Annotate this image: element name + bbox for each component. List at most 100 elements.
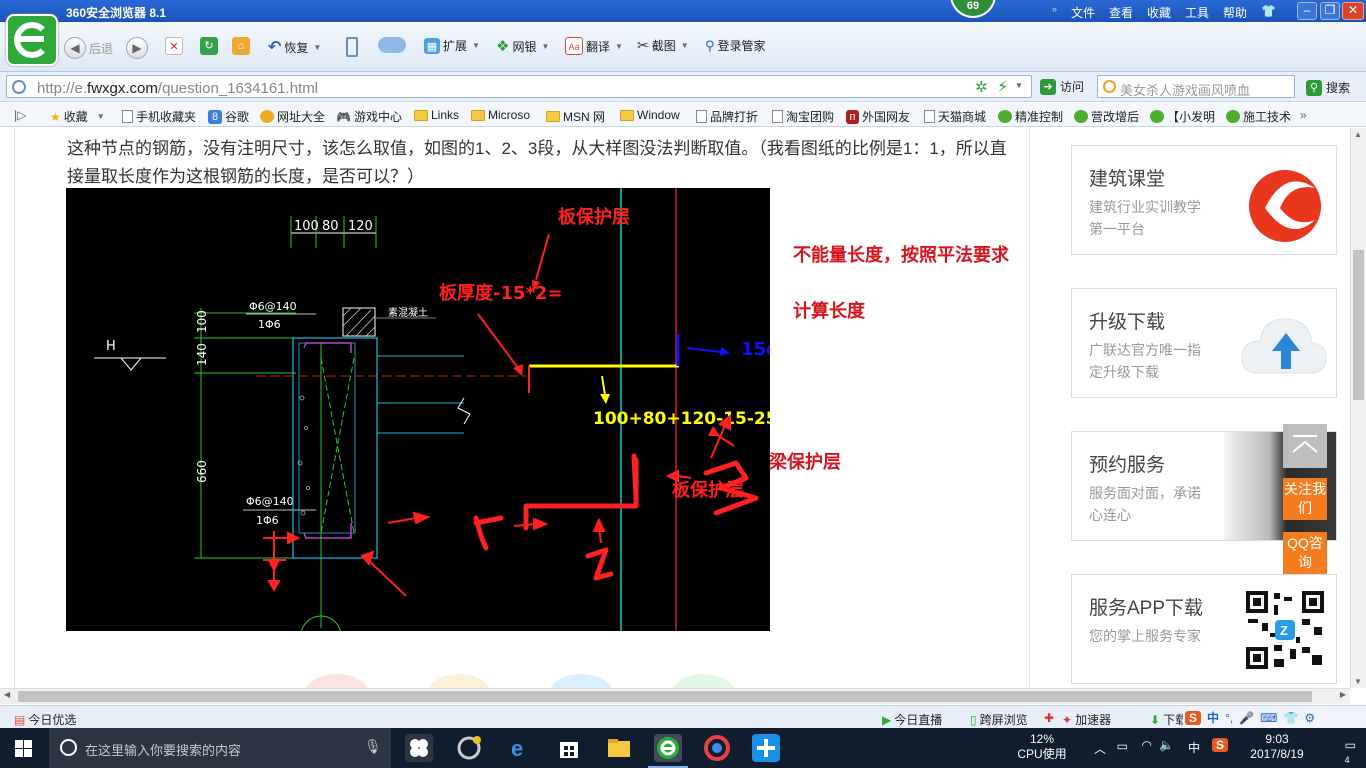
menu-favorites[interactable]: 收藏 xyxy=(1147,4,1171,21)
login-manager-button[interactable]: ⚲ 登录管家 xyxy=(705,37,766,54)
cross-screen-button[interactable]: ▯ 跨屏浏览 xyxy=(970,711,1028,728)
circle-icon-4[interactable] xyxy=(671,674,735,688)
horizontal-scrollbar[interactable]: ◀ ▶ xyxy=(0,688,1350,704)
go-button[interactable]: ➜ 访问 xyxy=(1040,78,1084,95)
vertical-scroll-thumb[interactable] xyxy=(1353,250,1364,400)
translate-button[interactable]: Aa 翻译 ▼ xyxy=(565,37,623,55)
speed-mode-icon[interactable]: ⚡ xyxy=(997,77,1008,97)
file-explorer-icon[interactable] xyxy=(605,734,633,762)
notification-center[interactable]: ▭ 4 xyxy=(1345,738,1356,766)
horizontal-scroll-thumb[interactable] xyxy=(18,691,1312,702)
fav-item-vat[interactable]: 营改增后 xyxy=(1074,108,1139,125)
volume-icon[interactable]: 🔈 xyxy=(1159,738,1174,752)
home-button[interactable]: ⌂ xyxy=(232,37,250,55)
fav-item-brand[interactable]: 品牌打折 xyxy=(696,108,758,125)
close-button[interactable]: ✕ xyxy=(1342,2,1364,20)
stop-button[interactable]: ✕ xyxy=(165,37,183,55)
tray-ime-icon[interactable]: 中 xyxy=(1188,739,1200,756)
wifi-icon[interactable]: ◠ xyxy=(1142,738,1152,752)
refresh-button[interactable]: ↻ xyxy=(200,37,218,55)
scroll-right-icon[interactable]: ▶ xyxy=(1340,690,1346,699)
menu-view[interactable]: 查看 xyxy=(1109,4,1133,21)
back-to-top-button[interactable] xyxy=(1283,424,1327,468)
mic-icon[interactable]: 🎙 xyxy=(364,738,382,755)
vertical-scrollbar[interactable]: ▲ ▼ xyxy=(1350,128,1366,688)
browser-logo[interactable] xyxy=(6,14,58,66)
fav-item-favorites[interactable]: ★ 收藏 ▼ xyxy=(50,108,105,125)
netbank-button[interactable]: ❖ 网银 ▼ xyxy=(496,37,549,55)
fav-item-links[interactable]: Links xyxy=(414,108,459,122)
back-button[interactable]: ◀ 后退 xyxy=(64,37,113,59)
punctuation-icon[interactable]: °, xyxy=(1225,711,1233,725)
skin-icon[interactable]: 👕 xyxy=(1283,711,1298,725)
search-button[interactable]: ⚲ 搜索 xyxy=(1306,79,1350,96)
scroll-left-icon[interactable]: ◀ xyxy=(4,690,10,699)
card-app-download[interactable]: 服务APP下载 您的掌上服务专家 Z xyxy=(1071,574,1337,684)
sogou-s-icon[interactable]: S xyxy=(1185,710,1202,725)
maximize-button[interactable]: ❐ xyxy=(1320,2,1340,20)
qq-consult-button[interactable]: QQ咨询 xyxy=(1283,532,1327,574)
medical-icon[interactable]: ✚ xyxy=(1044,711,1054,725)
fav-item-nav[interactable]: 网址大全 xyxy=(260,108,325,125)
mode-dropdown-icon[interactable]: ▼ xyxy=(1015,81,1023,90)
restore-button[interactable]: ↶ 恢复 ▼ xyxy=(268,37,321,57)
taskbar-search[interactable]: 在这里输入你要搜索的内容 🎙 xyxy=(49,728,391,768)
swirl-app-icon[interactable] xyxy=(703,734,731,762)
fav-item-google[interactable]: 8 谷歌 xyxy=(208,108,249,125)
scroll-up-icon[interactable]: ▲ xyxy=(1354,130,1362,139)
today-pick-button[interactable]: ▤ 今日优选 xyxy=(14,711,76,728)
card-building-class[interactable]: 建筑课堂 建筑行业实训教学第一平台 xyxy=(1071,145,1337,255)
plus-app-icon[interactable] xyxy=(752,734,780,762)
today-live-button[interactable]: ▶ 今日直播 xyxy=(882,711,942,728)
ime-chinese-icon[interactable]: 中 xyxy=(1207,709,1219,726)
screenshot-button[interactable]: ✂ 截图 ▼ xyxy=(637,37,689,54)
microphone-icon[interactable]: 🎤 xyxy=(1239,711,1254,725)
tray-expand-icon[interactable]: ︿ xyxy=(1094,740,1106,757)
skin-shirt-icon[interactable]: 👕 xyxy=(1261,4,1276,21)
fav-item-msn[interactable]: MSN 网 xyxy=(546,108,605,125)
tools-icon[interactable]: ⚙ xyxy=(1304,711,1315,725)
menu-file[interactable]: 文件 xyxy=(1071,4,1095,21)
address-bar[interactable]: http://e.fwxgx.com/question_1634161.html… xyxy=(6,75,1032,98)
fav-item-invention[interactable]: 【小发明 xyxy=(1150,108,1215,125)
cpu-meter[interactable]: 12% CPU使用 xyxy=(1012,732,1072,762)
extend-button[interactable]: ▦ 扩展 ▼ xyxy=(424,37,480,54)
fav-item-game[interactable]: 🎮 游戏中心 xyxy=(336,108,402,125)
circle-icon-2[interactable] xyxy=(427,674,491,688)
circle-icon-1[interactable] xyxy=(305,674,369,688)
circle-icon-3[interactable] xyxy=(549,674,613,688)
card-upgrade-download[interactable]: 升级下载 广联达官方唯一指定升级下载 xyxy=(1071,288,1337,398)
menu-help[interactable]: 帮助 xyxy=(1223,4,1247,21)
cloud-button[interactable] xyxy=(378,37,406,53)
fav-item-microsoft[interactable]: Microso xyxy=(471,108,530,122)
fav-item-tmall[interactable]: 天猫商城 xyxy=(924,108,986,125)
fav-more-icon[interactable]: » xyxy=(1300,108,1307,122)
fav-item-mobile[interactable]: 手机收藏夹 xyxy=(122,108,196,125)
sidebar-toggle-icon[interactable]: |▷ xyxy=(14,108,26,122)
fav-item-foreign[interactable]: п 外国网友 xyxy=(846,108,910,125)
browser-360-taskbar-icon[interactable] xyxy=(455,734,483,762)
clock[interactable]: 9:03 2017/8/19 xyxy=(1232,732,1322,762)
menu-expand-icon[interactable]: » xyxy=(1052,4,1057,21)
menu-tools[interactable]: 工具 xyxy=(1185,4,1209,21)
edge-icon[interactable]: e xyxy=(508,734,536,762)
fav-item-windows[interactable]: Window xyxy=(620,108,680,122)
keyboard-icon[interactable]: ⌨ xyxy=(1260,711,1277,725)
browser-360-active-icon[interactable] xyxy=(648,734,688,768)
fav-item-precise[interactable]: 精准控制 xyxy=(998,108,1063,125)
compat-mode-icon[interactable]: ✲ xyxy=(975,78,988,96)
mobile-button[interactable] xyxy=(346,37,358,57)
store-icon[interactable] xyxy=(555,734,583,762)
network-icon[interactable]: ▭ xyxy=(1117,739,1128,753)
url-text[interactable]: http://e.fwxgx.com/question_1634161.html xyxy=(37,80,318,97)
fav-item-construction[interactable]: 施工技术 xyxy=(1226,108,1291,125)
forward-button[interactable]: ▶ xyxy=(126,37,148,59)
fav-item-taobao[interactable]: 淘宝团购 xyxy=(772,108,834,125)
follow-us-button[interactable]: 关注我们 xyxy=(1283,478,1327,520)
accelerator-button[interactable]: ✦ 加速器 xyxy=(1062,711,1111,728)
search-input[interactable]: 美女杀人游戏画风喷血 xyxy=(1097,75,1295,98)
task-view-icon[interactable] xyxy=(405,734,433,762)
sogou-tray-icon[interactable]: S xyxy=(1211,738,1228,752)
minimize-button[interactable]: – xyxy=(1297,2,1317,20)
scroll-down-icon[interactable]: ▼ xyxy=(1354,677,1362,686)
